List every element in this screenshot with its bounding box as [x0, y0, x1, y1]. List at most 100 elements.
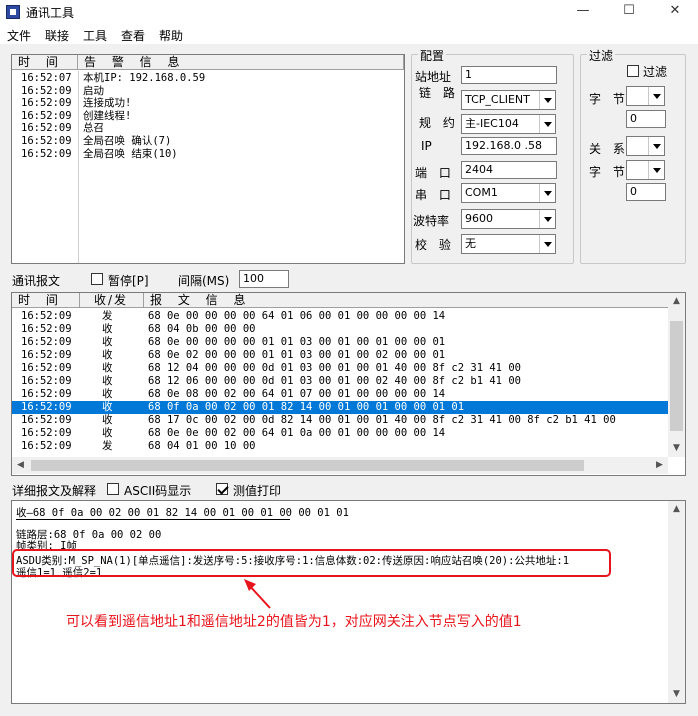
scroll-thumb[interactable] [670, 321, 683, 431]
config-title: 配置 [418, 47, 447, 64]
station-label: 站地址 [415, 70, 452, 84]
filter-value1-field[interactable]: 0 [626, 110, 666, 128]
msg-header-info[interactable]: 报 文 信 息 [144, 293, 669, 308]
scroll-left-icon[interactable]: ◀ [12, 457, 29, 474]
scroll-down-icon[interactable]: ▼ [668, 686, 685, 703]
message-row[interactable]: 16:52:09 发 68 0e 00 00 00 00 64 01 06 00 0… [12, 310, 668, 323]
filter-byte1-select[interactable] [626, 86, 665, 106]
message-row[interactable]: 16:52:09 收 68 0f 0a 00 02 00 01 82 14 00 0… [12, 401, 668, 414]
message-direction: 收 [102, 349, 113, 361]
detail-label: 详细报文及解释 [12, 484, 97, 498]
filter-checkbox[interactable] [627, 65, 639, 77]
interval-field[interactable]: 100 [239, 270, 289, 288]
measure-print-checkbox[interactable] [216, 483, 228, 495]
check-select[interactable]: 无 [461, 234, 556, 254]
alarm-time: 16:52:09 [21, 109, 72, 122]
link-select[interactable]: TCP_CLIENT [461, 90, 556, 110]
menu-file[interactable]: 文件 [7, 27, 31, 44]
detail-separator [16, 519, 290, 520]
message-direction: 收 [102, 362, 113, 374]
protocol-value: 主-IEC104 [465, 117, 519, 130]
msg-header-direction[interactable]: 收/发 [80, 293, 144, 308]
scroll-down-icon[interactable]: ▼ [668, 440, 685, 457]
message-direction: 收 [102, 336, 113, 348]
alarm-row[interactable]: 16:52:09 总召 [12, 122, 404, 135]
alarm-row[interactable]: 16:52:09 连接成功! [12, 97, 404, 110]
message-hex: 68 12 04 00 00 00 0d 01 03 00 01 00 01 4… [148, 362, 521, 374]
alarm-row[interactable]: 16:52:09 全局召唤 确认(7) [12, 135, 404, 148]
filter-value2-field[interactable]: 0 [626, 183, 666, 201]
ascii-checkbox[interactable] [107, 483, 119, 495]
menu-view[interactable]: 查看 [121, 27, 145, 44]
alarm-header-time[interactable]: 时 间 [12, 55, 78, 70]
filter-byte2-select[interactable] [626, 160, 665, 180]
port-field[interactable]: 2404 [461, 161, 557, 179]
filter-enable-label: 过滤 [643, 65, 668, 79]
message-row[interactable]: 16:52:09 收 68 04 0b 00 00 00 [12, 323, 668, 336]
message-row[interactable]: 16:52:09 收 68 17 0c 00 02 00 0d 82 14 00 0… [12, 414, 668, 427]
message-vscrollbar[interactable]: ▲ ▼ [668, 293, 685, 457]
chevron-down-icon[interactable] [539, 210, 555, 228]
filter-relation-select[interactable] [626, 136, 665, 156]
msg-header-time[interactable]: 时 间 [12, 293, 80, 308]
detail-vscrollbar[interactable]: ▲ ▼ [668, 501, 685, 703]
message-time: 16:52:09 [21, 427, 72, 439]
message-row[interactable]: 16:52:09 收 68 12 06 00 00 00 0d 01 03 00 0… [12, 375, 668, 388]
pause-checkbox[interactable] [91, 273, 103, 285]
scroll-thumb[interactable] [31, 460, 584, 471]
chevron-down-icon[interactable] [648, 87, 664, 105]
protocol-select[interactable]: 主-IEC104 [461, 114, 556, 134]
close-button[interactable]: ✕ [652, 0, 698, 24]
scroll-up-icon[interactable]: ▲ [668, 293, 685, 310]
maximize-button[interactable]: ☐ [606, 0, 652, 24]
alarm-row[interactable]: 16:52:07 本机IP: 192.168.0.59 [12, 72, 404, 85]
alarm-message: 创建线程! [83, 109, 132, 122]
menu-bar: 文件 联接 工具 查看 帮助 [0, 24, 698, 44]
message-row[interactable]: 16:52:09 收 68 12 04 00 00 00 0d 01 03 00 0… [12, 362, 668, 375]
alarm-row[interactable]: 16:52:09 全局召唤 结束(10) [12, 148, 404, 161]
detail-panel[interactable]: 收—68 0f 0a 00 02 00 01 82 14 00 01 00 01… [11, 500, 686, 704]
baud-value: 9600 [465, 212, 493, 225]
alarm-row[interactable]: 16:52:09 启动 [12, 85, 404, 98]
message-row[interactable]: 16:52:09 收 68 0e 00 00 00 00 01 01 03 00 0… [12, 336, 668, 349]
menu-tools[interactable]: 工具 [83, 27, 107, 44]
message-hex: 68 0e 0e 00 02 00 64 01 0a 00 01 00 00 0… [148, 427, 446, 439]
chevron-down-icon[interactable] [539, 91, 555, 109]
minimize-button[interactable]: — [560, 0, 606, 24]
message-hscrollbar[interactable]: ◀ ▶ [12, 457, 668, 474]
message-hex: 68 0e 00 00 00 00 64 01 06 00 01 00 00 0… [148, 310, 446, 322]
link-label: 链 路 [419, 86, 459, 100]
alarm-message: 本机IP: 192.168.0.59 [83, 72, 206, 84]
serial-value: COM1 [465, 186, 498, 199]
serial-select[interactable]: COM1 [461, 183, 556, 203]
alarm-list[interactable]: 时 间 告 警 信 息 16:52:07 本机IP: 192.168.0.59 16… [11, 54, 405, 264]
detail-raw-line: 收—68 0f 0a 00 02 00 01 82 14 00 01 00 01… [16, 507, 349, 519]
message-row[interactable]: 16:52:09 收 68 0e 08 00 02 00 64 01 07 00 0… [12, 388, 668, 401]
pause-label: 暂停[P] [108, 274, 149, 288]
measure-print-label: 测值打印 [233, 484, 282, 498]
ascii-label: ASCII码显示 [124, 484, 192, 498]
alarm-message: 全局召唤 结束(10) [83, 147, 178, 160]
menu-help[interactable]: 帮助 [159, 27, 183, 44]
chevron-down-icon[interactable] [648, 161, 664, 179]
baud-label: 波特率 [413, 214, 450, 228]
filter-byte2-label: 字 节 [589, 165, 629, 179]
message-time: 16:52:09 [21, 414, 72, 426]
message-row[interactable]: 16:52:09 发 68 04 01 00 10 00 [12, 440, 668, 453]
title-bar: 通讯工具 — ☐ ✕ [0, 0, 698, 24]
ip-address-field[interactable]: 192.168.0 .58 [461, 137, 557, 155]
chevron-down-icon[interactable] [539, 184, 555, 202]
alarm-row[interactable]: 16:52:09 创建线程! [12, 110, 404, 123]
baud-select[interactable]: 9600 [461, 209, 556, 229]
station-address-field[interactable]: 1 [461, 66, 557, 84]
chevron-down-icon[interactable] [539, 115, 555, 133]
message-list[interactable]: 时 间 收/发 报 文 信 息 16:52:09 发 68 0e 00 00 00 … [11, 292, 686, 476]
chevron-down-icon[interactable] [539, 235, 555, 253]
alarm-header-info[interactable]: 告 警 信 息 [78, 55, 404, 70]
message-row[interactable]: 16:52:09 收 68 0e 0e 00 02 00 64 01 0a 00 0… [12, 427, 668, 440]
chevron-down-icon[interactable] [648, 137, 664, 155]
message-row[interactable]: 16:52:09 收 68 0e 02 00 00 00 01 01 03 00 0… [12, 349, 668, 362]
scroll-up-icon[interactable]: ▲ [668, 501, 685, 518]
scroll-right-icon[interactable]: ▶ [651, 457, 668, 474]
menu-connect[interactable]: 联接 [45, 27, 69, 44]
